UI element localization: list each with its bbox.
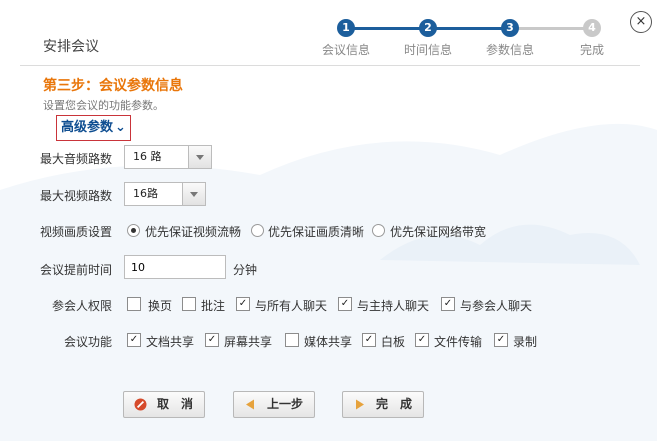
step-progress: 1 会议信息 2 时间信息 3 参数信息 4 完成 [0,0,657,66]
advance-time-label: 会议提前时间 [40,263,113,277]
permission-option-label: 与主持人聊天 [357,299,430,313]
feature-checkbox-screen-share[interactable]: ✓ [205,333,219,347]
feature-option-label: 文件传输 [434,335,483,349]
step-number: 1 [337,19,355,37]
section-description: 设置您会议的功能参数。 [43,99,164,112]
step-label: 时间信息 [403,43,452,57]
permissions-label: 参会人权限 [52,299,113,313]
advanced-params-label: 高级参数 [61,120,114,135]
video-quality-label: 视频画质设置 [40,225,113,239]
step-2: 2 时间信息 [388,19,468,58]
feature-checkbox-media-share[interactable] [285,333,299,347]
cancel-button[interactable]: 取 消 [123,391,205,418]
feature-checkbox-file-transfer[interactable]: ✓ [415,333,429,347]
permission-checkbox-chat-all[interactable]: ✓ [236,297,250,311]
quality-option-label: 优先保证视频流畅 [145,225,242,239]
permission-checkbox-chat-attendee[interactable]: ✓ [441,297,455,311]
step-label: 参数信息 [485,43,534,57]
max-audio-select[interactable]: 16 路 [124,145,212,169]
feature-checkbox-doc-share[interactable]: ✓ [127,333,141,347]
step-connector [346,27,428,30]
step-label: 会议信息 [321,43,370,57]
feature-option-label: 文档共享 [146,335,195,349]
quality-option-label: 优先保证网络带宽 [390,225,487,239]
permission-option-label: 换页 [148,299,173,313]
arrow-left-icon [246,399,254,410]
feature-option-label: 媒体共享 [304,335,353,349]
step-4: 4 完成 [552,19,632,58]
permission-option-label: 批注 [201,299,226,313]
quality-radio-bandwidth[interactable] [372,224,385,237]
feature-checkbox-record[interactable]: ✓ [494,333,508,347]
features-label: 会议功能 [64,335,113,349]
max-video-select[interactable]: 16路 [124,182,206,206]
finish-button[interactable]: 完 成 [342,391,424,418]
quality-option-label: 优先保证画质清晰 [268,225,365,239]
max-video-label: 最大视频路数 [40,189,113,203]
permission-checkbox-page-turn[interactable] [127,297,141,311]
permission-checkbox-annotate[interactable] [182,297,196,311]
quality-radio-smooth[interactable] [127,224,140,237]
max-audio-value: 16 路 [133,150,162,163]
advance-time-input[interactable] [124,255,226,279]
feature-option-label: 白板 [381,335,406,349]
advance-time-unit: 分钟 [233,263,258,277]
quality-radio-clarity[interactable] [251,224,264,237]
step-number: 4 [583,19,601,37]
feature-option-label: 屏幕共享 [224,335,273,349]
previous-label: 上一步 [266,397,303,411]
step-connector [510,27,592,30]
section-title: 第三步：会议参数信息 [43,78,183,94]
previous-button[interactable]: 上一步 [233,391,315,418]
cancel-icon [134,398,147,411]
step-label: 完成 [579,43,604,57]
max-video-value: 16路 [133,187,158,200]
step-number: 3 [501,19,519,37]
feature-option-label: 录制 [513,335,538,349]
step-number: 2 [419,19,437,37]
cancel-label: 取 消 [156,397,193,411]
advanced-params-toggle[interactable]: 高级参数 ⌄ [56,115,131,141]
permission-option-label: 与参会人聊天 [460,299,533,313]
permission-checkbox-chat-host[interactable]: ✓ [338,297,352,311]
chevron-down-icon[interactable] [188,146,211,168]
arrow-right-icon [356,399,364,410]
max-audio-label: 最大音频路数 [40,152,113,166]
feature-checkbox-whiteboard[interactable]: ✓ [362,333,376,347]
chevron-down-icon[interactable] [182,183,205,205]
permission-option-label: 与所有人聊天 [255,299,328,313]
step-connector [428,27,510,30]
step-3: 3 参数信息 [470,19,550,58]
finish-label: 完 成 [375,397,412,411]
background-decoration [0,123,657,441]
chevron-down-icon: ⌄ [115,120,126,135]
step-1: 1 会议信息 [306,19,386,58]
